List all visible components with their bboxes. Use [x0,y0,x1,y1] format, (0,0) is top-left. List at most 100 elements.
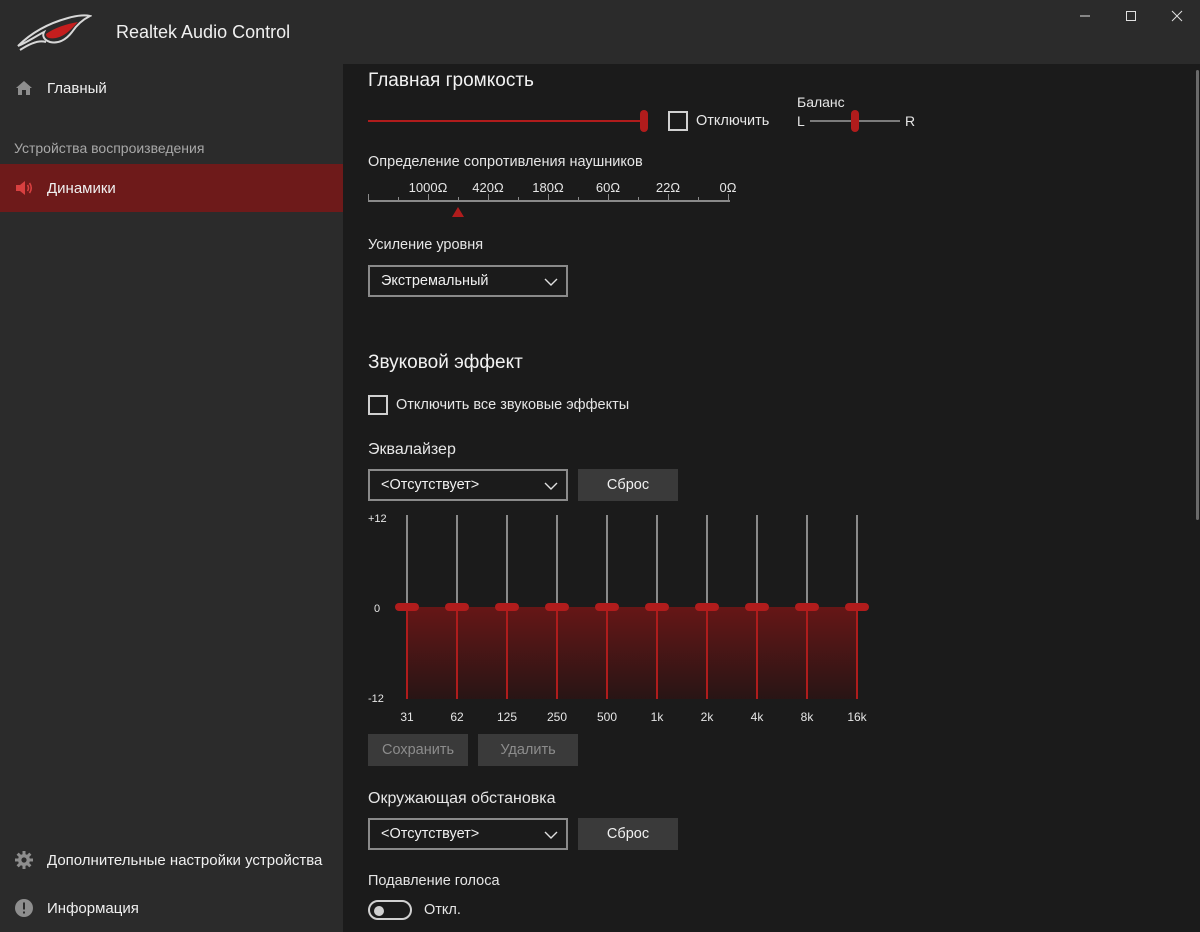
equalizer-preset-dropdown[interactable]: <Отсутствует> [368,469,568,501]
eq-band-label: 31 [400,710,414,724]
mute-checkbox[interactable] [668,111,688,131]
title-bar: Realtek Audio Control [0,0,1200,64]
sidebar-item-info[interactable]: Информация [0,884,343,932]
impedance-tick [608,194,609,200]
main-panel: Главная громкость Отключить Баланс L R О… [343,64,1200,932]
balance-slider[interactable] [810,109,900,133]
disable-effects-checkbox[interactable] [368,395,388,415]
eq-band-thumb-1k[interactable] [645,603,669,611]
equalizer-title: Эквалайзер [368,441,456,458]
balance-label: Баланс [797,94,845,110]
toggle-knob [374,906,384,916]
eq-band-thumb-250[interactable] [545,603,569,611]
impedance-tick [368,194,369,200]
sidebar-item-advanced-settings[interactable]: Дополнительные настройки устройства [0,836,343,884]
impedance-tick [518,197,519,200]
eq-band-thumb-4k[interactable] [745,603,769,611]
balance-left-label: L [797,113,805,129]
impedance-tick [698,197,699,200]
impedance-tick [458,197,459,200]
impedance-tick [578,197,579,200]
eq-band-label: 1k [651,710,665,724]
disable-effects-label: Отключить все звуковые эффекты [396,397,630,413]
sidebar-item-label: Информация [47,899,139,917]
chevron-down-icon [544,482,558,490]
master-volume-slider[interactable] [368,109,653,133]
equalizer-save-button[interactable]: Сохранить [368,734,468,766]
volume-thumb[interactable] [640,110,648,132]
impedance-scale-label: 1000Ω [408,180,448,195]
eq-band-thumb-125[interactable] [495,603,519,611]
eq-y-zero-label: 0 [374,603,381,615]
impedance-scale-label: 420Ω [472,180,504,195]
speaker-icon [16,181,33,195]
info-icon [15,899,33,917]
minimize-button[interactable] [1062,0,1108,32]
sidebar: Главный Устройства воспроизведения Динам… [0,64,343,932]
eq-band-label: 8k [801,710,815,724]
eq-band-label: 125 [497,710,517,724]
equalizer-delete-button[interactable]: Удалить [478,734,578,766]
equalizer-reset-button[interactable]: Сброс [578,469,678,501]
volume-track [368,120,644,122]
impedance-marker-icon [452,207,464,217]
minimize-icon [1080,15,1090,17]
maximize-button[interactable] [1108,0,1154,32]
sidebar-item-label: Динамики [47,179,116,197]
close-button[interactable] [1154,0,1200,32]
equalizer-preset-value: <Отсутствует> [381,477,480,493]
voice-cancel-toggle[interactable] [368,900,412,920]
impedance-tick [428,194,429,200]
impedance-axis [368,200,730,202]
maximize-icon [1126,11,1136,21]
eq-band-thumb-16k[interactable] [845,603,869,611]
impedance-tick [668,194,669,200]
mute-label: Отключить [696,113,770,129]
eq-band-label: 2k [701,710,715,724]
eq-y-min-label: -12 [368,693,384,705]
impedance-tick [728,194,729,200]
balance-thumb[interactable] [851,110,859,132]
environment-preset-value: <Отсутствует> [381,826,480,842]
gain-dropdown-value: Экстремальный [381,273,489,289]
scrollbar[interactable] [1196,70,1199,520]
eq-band-label: 4k [751,710,765,724]
eq-band-label: 500 [597,710,617,724]
sidebar-item-speakers[interactable]: Динамики [0,164,343,212]
impedance-scale: 1000Ω 420Ω 180Ω 60Ω 22Ω 0Ω [368,180,738,220]
eq-band-label: 16k [847,710,867,724]
eq-band-label: 62 [450,710,464,724]
gain-title: Усиление уровня [368,237,484,253]
effects-title: Звуковой эффект [368,352,523,373]
eq-band-thumb-8k[interactable] [795,603,819,611]
impedance-title: Определение сопротивления наушников [368,154,643,170]
impedance-tick [488,194,489,200]
impedance-scale-label: 22Ω [655,180,681,195]
impedance-scale-label: 60Ω [595,180,621,195]
impedance-tick [638,197,639,200]
impedance-scale-label: 180Ω [532,180,564,195]
rog-logo-icon [17,14,92,51]
close-icon [1171,10,1183,22]
chevron-down-icon [544,278,558,286]
chevron-down-icon [544,831,558,839]
equalizer-graph: 31 62 125 250 500 1k 2k 4k 8k 16k [395,515,869,724]
sidebar-item-label: Главный [47,79,107,97]
gain-dropdown[interactable]: Экстремальный [368,265,568,297]
gear-icon [15,851,33,869]
eq-band-label: 250 [547,710,567,724]
eq-band-thumb-2k[interactable] [695,603,719,611]
environment-preset-dropdown[interactable]: <Отсутствует> [368,818,568,850]
environment-title: Окружающая обстановка [368,790,556,807]
sidebar-item-home[interactable]: Главный [0,64,343,112]
voice-cancel-state: Откл. [424,902,461,918]
eq-band-thumb-500[interactable] [595,603,619,611]
eq-band-thumb-62[interactable] [445,603,469,611]
volume-title: Главная громкость [368,70,534,91]
eq-band-thumb-31[interactable] [395,603,419,611]
impedance-tick [398,197,399,200]
sidebar-item-label: Дополнительные настройки устройства [47,851,323,869]
environment-reset-button[interactable]: Сброс [578,818,678,850]
impedance-tick [548,194,549,200]
impedance-scale-label: 0Ω [719,180,737,195]
